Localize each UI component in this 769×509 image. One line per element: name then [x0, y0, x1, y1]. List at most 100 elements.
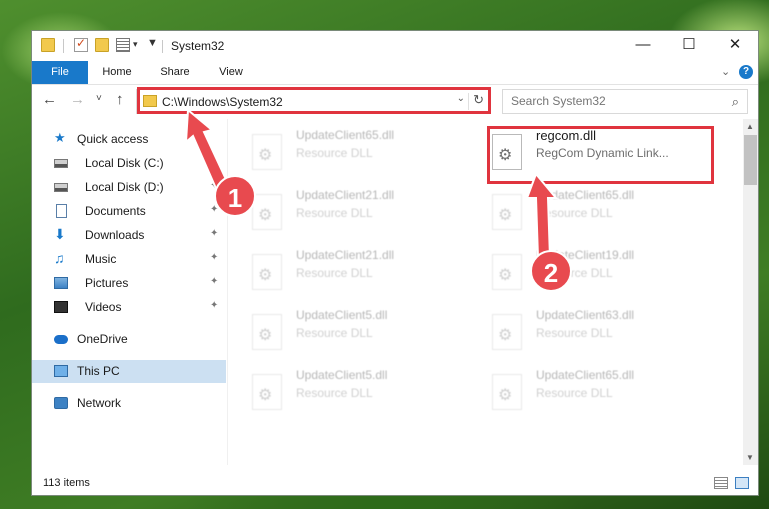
dll-file-icon — [252, 194, 282, 230]
file-item[interactable]: UpdateClient21.dll Resource DLL — [244, 186, 474, 236]
chevron-down-icon[interactable]: ⌄ — [721, 65, 730, 78]
file-type: Resource DLL — [296, 146, 373, 160]
item-count: 113 items — [43, 477, 90, 489]
divider — [63, 39, 64, 53]
sidebar-item-label: Pictures — [85, 276, 129, 290]
scroll-down-icon[interactable]: ▼ — [746, 453, 754, 462]
sidebar-item-label: This PC — [77, 364, 120, 378]
file-name: UpdateClient65.dll — [296, 128, 395, 142]
dll-file-icon — [492, 194, 522, 230]
tab-view[interactable]: View — [208, 61, 254, 84]
file-name: UpdateClient65.dll — [536, 368, 635, 382]
divider — [162, 40, 163, 53]
help-icon[interactable]: ? — [739, 65, 753, 79]
file-name: UpdateClient5.dll — [296, 308, 388, 322]
vertical-scrollbar[interactable]: ▲ ▼ — [743, 119, 758, 465]
file-item[interactable]: UpdateClient65.dll Resource DLL — [484, 366, 714, 416]
file-type: Resource DLL — [296, 326, 373, 340]
videos-icon — [54, 301, 68, 313]
sidebar-item-network[interactable]: Network — [32, 392, 226, 415]
file-item[interactable]: UpdateClient19.dll Resource DLL — [484, 246, 714, 296]
sidebar-item-label: Quick access — [77, 132, 149, 146]
step-2-badge: 2 — [530, 250, 572, 292]
close-button[interactable]: ✕ — [712, 31, 758, 61]
file-type: Resource DLL — [536, 386, 613, 400]
sidebar-item-label: Network — [77, 396, 122, 410]
details-view-icon[interactable] — [714, 477, 728, 489]
pin-icon[interactable]: ✦ — [210, 300, 218, 311]
network-icon — [54, 397, 68, 409]
new-folder-icon[interactable] — [95, 38, 109, 52]
file-type: Resource DLL — [296, 266, 373, 280]
tab-share[interactable]: Share — [152, 61, 198, 84]
sidebar-item-music[interactable]: ♫ Music ✦ — [32, 248, 226, 271]
dll-file-icon — [492, 374, 522, 410]
window-title: System32 — [171, 39, 225, 53]
file-name: UpdateClient21.dll — [296, 188, 395, 202]
sidebar-item-label: Local Disk (C:) — [85, 156, 164, 170]
tab-file[interactable]: File — [32, 61, 88, 84]
view-list-icon[interactable] — [116, 38, 130, 52]
disk-icon — [54, 183, 68, 192]
forward-button[interactable]: → — [70, 91, 85, 108]
file-item[interactable]: UpdateClient5.dll Resource DLL — [244, 306, 474, 356]
file-name: UpdateClient63.dll — [536, 308, 635, 322]
properties-icon[interactable] — [74, 36, 88, 52]
scroll-up-icon[interactable]: ▲ — [746, 122, 754, 131]
sidebar-item-documents[interactable]: Documents ✦ — [32, 200, 226, 223]
back-button[interactable]: ← — [42, 91, 57, 108]
step-1-badge: 1 — [214, 175, 256, 217]
sidebar-item-label: Videos — [85, 300, 122, 314]
recent-locations-button[interactable]: ˅ — [96, 93, 102, 104]
pin-icon[interactable]: ✦ — [210, 252, 218, 263]
pin-icon[interactable]: ✦ — [210, 228, 218, 239]
sidebar-item-pictures[interactable]: Pictures ✦ — [32, 272, 226, 295]
music-icon: ♫ — [54, 250, 65, 266]
file-item[interactable]: UpdateClient65.dll Resource DLL — [484, 186, 714, 236]
sidebar-item-label: Documents — [85, 204, 146, 218]
minimize-button[interactable]: — — [620, 31, 666, 61]
sidebar-item-this-pc[interactable]: This PC — [32, 360, 226, 383]
file-type: Resource DLL — [536, 326, 613, 340]
dll-file-icon — [252, 254, 282, 290]
documents-icon — [56, 204, 67, 218]
file-item[interactable]: UpdateClient21.dll Resource DLL — [244, 246, 474, 296]
sidebar-item-onedrive[interactable]: OneDrive — [32, 328, 226, 351]
file-name: UpdateClient21.dll — [296, 248, 395, 262]
maximize-button[interactable]: ☐ — [666, 31, 712, 61]
sidebar-item-videos[interactable]: Videos ✦ — [32, 296, 226, 319]
status-bar: 113 items — [32, 472, 758, 496]
file-item[interactable]: UpdateClient65.dll Resource DLL — [244, 126, 474, 176]
tab-home[interactable]: Home — [94, 61, 140, 84]
dll-file-icon — [252, 374, 282, 410]
scrollbar-thumb[interactable] — [744, 135, 757, 185]
search-input[interactable] — [511, 94, 711, 108]
up-button[interactable]: ↑ — [116, 91, 124, 108]
ribbon: File Home Share View ⌄ ? — [32, 61, 758, 85]
customize-toolbar-icon[interactable]: ▼ — [147, 37, 158, 49]
dll-file-icon — [492, 314, 522, 350]
sidebar-item-downloads[interactable]: ⬇ Downloads ✦ — [32, 224, 226, 247]
pin-icon[interactable]: ✦ — [210, 276, 218, 287]
chevron-down-icon[interactable]: ▾ — [133, 39, 138, 50]
downloads-icon: ⬇ — [54, 226, 66, 242]
pictures-icon — [54, 277, 68, 289]
sidebar-item-label: Music — [85, 252, 117, 266]
file-type: Resource DLL — [296, 386, 373, 400]
file-name: UpdateClient5.dll — [296, 368, 388, 382]
sidebar-item-label: Local Disk (D:) — [85, 180, 164, 194]
file-item[interactable]: UpdateClient5.dll Resource DLL — [244, 366, 474, 416]
dll-file-icon — [492, 254, 522, 290]
search-icon[interactable]: ⌕ — [732, 94, 739, 110]
file-type: Resource DLL — [296, 206, 373, 220]
file-item[interactable]: UpdateClient63.dll Resource DLL — [484, 306, 714, 356]
dll-file-icon — [252, 134, 282, 170]
onedrive-icon — [54, 335, 68, 344]
folder-icon — [41, 38, 55, 52]
sidebar-item-label: Downloads — [85, 228, 145, 242]
this-pc-icon — [54, 365, 68, 377]
search-box[interactable]: ⌕ — [502, 89, 748, 114]
large-icons-view-icon[interactable] — [735, 477, 749, 489]
dll-file-icon — [252, 314, 282, 350]
title-bar: ▾ ▼ System32 — ☐ ✕ — [32, 31, 758, 61]
